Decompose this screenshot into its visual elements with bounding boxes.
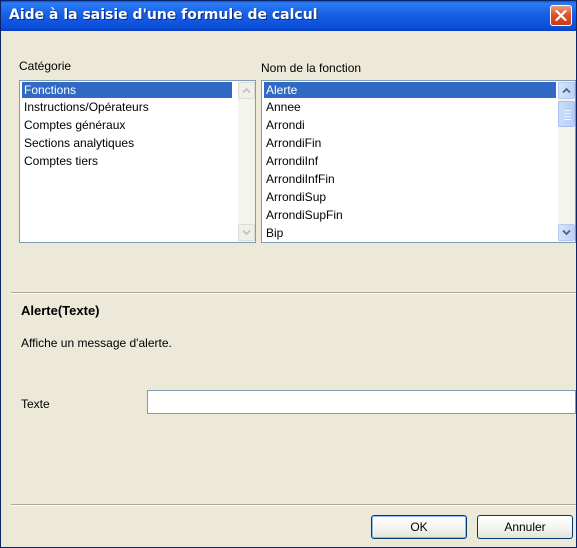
categorie-scroll-down-button[interactable] — [238, 224, 255, 241]
fonction-scroll-thumb[interactable] — [558, 101, 575, 127]
texte-input[interactable] — [147, 390, 576, 414]
fonction-item-arrondisupfin[interactable]: ArrondiSupFin — [264, 207, 343, 223]
footer-divider — [11, 504, 576, 506]
close-icon — [555, 10, 567, 21]
function-signature: Alerte(Texte) — [21, 303, 100, 318]
chevron-down-icon — [242, 229, 251, 236]
fonction-scroll-down-button[interactable] — [558, 224, 575, 241]
param-label: Texte — [21, 397, 50, 411]
fonction-item-alerte[interactable]: Alerte — [264, 82, 556, 98]
fonction-scrollbar[interactable] — [558, 81, 575, 242]
categorie-item-fonctions[interactable]: Fonctions — [22, 82, 232, 98]
fonction-item-arrondiinf[interactable]: ArrondiInf — [264, 153, 318, 169]
categorie-scrollbar[interactable] — [238, 81, 255, 242]
categorie-item-sections-analytiques[interactable]: Sections analytiques — [22, 135, 134, 151]
close-button[interactable] — [550, 5, 572, 26]
categorie-item-comptes-generaux[interactable]: Comptes généraux — [22, 117, 125, 133]
categorie-item-comptes-tiers[interactable]: Comptes tiers — [22, 153, 98, 169]
window-title: Aide à la saisie d'une formule de calcul — [9, 7, 318, 23]
title-bar[interactable]: Aide à la saisie d'une formule de calcul — [1, 1, 576, 31]
ok-button[interactable]: OK — [371, 515, 467, 539]
fonction-scroll-up-button[interactable] — [558, 82, 575, 99]
section-divider — [11, 292, 576, 294]
categorie-scroll-up-button[interactable] — [238, 82, 255, 99]
fonction-label: Nom de la fonction — [261, 61, 362, 75]
cancel-button[interactable]: Annuler — [477, 515, 573, 539]
chevron-up-icon — [562, 87, 571, 94]
dialog-window: Aide à la saisie d'une formule de calcul… — [0, 0, 577, 548]
fonction-item-arrondisup[interactable]: ArrondiSup — [264, 189, 326, 205]
fonction-item-arrondiinffin[interactable]: ArrondiInfFin — [264, 171, 335, 187]
categorie-listbox[interactable]: Fonctions Instructions/Opérateurs Compte… — [19, 80, 256, 243]
fonction-item-arrondi[interactable]: Arrondi — [264, 117, 305, 133]
categorie-label: Catégorie — [19, 59, 72, 73]
fonction-item-bip[interactable]: Bip — [264, 225, 283, 241]
function-description: Affiche un message d'alerte. — [21, 336, 172, 350]
fonction-item-arrondifin[interactable]: ArrondiFin — [264, 135, 321, 151]
categorie-item-instructions[interactable]: Instructions/Opérateurs — [22, 99, 149, 115]
chevron-up-icon — [242, 87, 251, 94]
fonction-listbox[interactable]: Alerte Annee Arrondi ArrondiFin ArrondiI… — [261, 80, 576, 243]
fonction-item-annee[interactable]: Annee — [264, 99, 301, 115]
chevron-down-icon — [562, 229, 571, 236]
